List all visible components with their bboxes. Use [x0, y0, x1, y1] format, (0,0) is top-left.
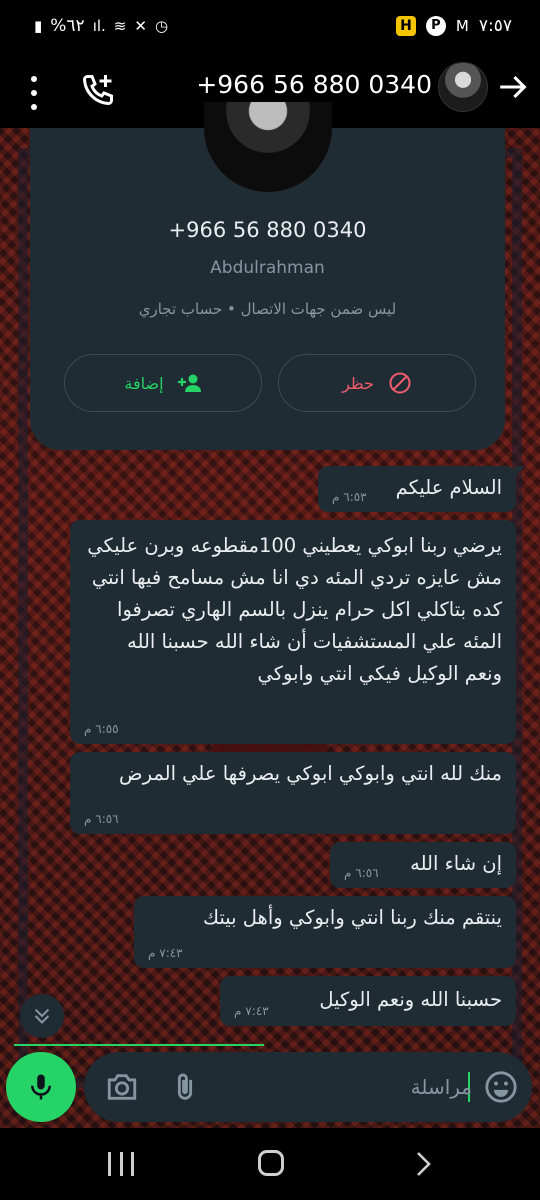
more-options-icon[interactable]	[22, 76, 46, 110]
message-time: ٦:٥٦ م	[84, 812, 119, 826]
message-input[interactable]	[322, 1066, 472, 1108]
alarm-icon: ◷	[154, 17, 169, 35]
contact-status-info: ليس ضمن جهات الاتصال • حساب تجاري	[138, 300, 397, 318]
signal-icon: ıl.	[92, 17, 106, 35]
recent-apps-icon[interactable]	[108, 1152, 134, 1178]
mail-icon: M	[455, 17, 469, 35]
add-contact-label: إضافة	[124, 373, 164, 393]
contact-info-card: +966 56 880 0340 Abdulrahman ليس ضمن جها…	[30, 102, 505, 450]
message-text: منك لله انتي وابوكي ابوكي يصرفها علي الم…	[119, 762, 502, 785]
message-bubble[interactable]: إن شاء الله ٦:٥٦ م	[330, 842, 516, 888]
block-label: حظر	[342, 373, 374, 393]
header-phone-number[interactable]: +966 56 880 0340	[196, 70, 432, 99]
message-bubble[interactable]: يرضي ربنا ابوكي يعطيني 100مقطوعه وبرن عل…	[70, 520, 516, 744]
battery-icon: ▮	[34, 17, 43, 35]
pinterest-icon: P	[425, 16, 446, 36]
microphone-icon	[31, 1074, 51, 1100]
message-time: ٦:٥٥ م	[84, 722, 119, 736]
recording-progress-line	[14, 1044, 264, 1046]
nav-back-icon[interactable]	[412, 1150, 436, 1178]
message-time: ٧:٤٣ م	[148, 946, 183, 960]
message-time: ٦:٥٦ م	[344, 866, 379, 880]
double-chevron-down-icon	[34, 1008, 50, 1024]
emoji-icon[interactable]	[484, 1070, 518, 1104]
contact-avatar[interactable]	[204, 102, 332, 192]
attach-icon[interactable]	[168, 1070, 202, 1104]
scroll-to-bottom-button[interactable]	[20, 994, 64, 1038]
clock: ٧:٥٧	[478, 16, 512, 36]
message-text: إن شاء الله	[410, 852, 502, 875]
contact-phone-number: +966 56 880 0340	[168, 218, 367, 242]
wifi-icon: ≋	[113, 17, 127, 35]
message-time: ٧:٤٣ م	[234, 1004, 269, 1018]
camera-icon[interactable]	[104, 1070, 140, 1104]
add-contact-button[interactable]: إضافة	[64, 354, 262, 412]
message-time: ٦:٥٣ م	[332, 490, 367, 504]
message-text: ينتقم منك ربنا انتي وابوكي وأهل بيتك	[202, 906, 502, 929]
block-button[interactable]: حظر	[278, 354, 476, 412]
status-bar: ▮ %٦٢ ıl. ≋ ✕ ◷ H P M ٧:٥٧	[0, 0, 540, 56]
message-bubble[interactable]: ينتقم منك ربنا انتي وابوكي وأهل بيتك ٧:٤…	[134, 896, 516, 968]
mute-icon: ✕	[134, 17, 147, 35]
system-navigation-bar	[0, 1128, 540, 1200]
voice-message-button[interactable]	[6, 1052, 76, 1122]
message-text: حسبنا الله ونعم الوكيل	[319, 988, 502, 1011]
message-bubble[interactable]: السلام عليكم ٦:٥٣ م	[318, 466, 525, 512]
message-bubble[interactable]: منك لله انتي وابوكي ابوكي يصرفها علي الم…	[70, 752, 516, 834]
message-text: يرضي ربنا ابوكي يعطيني 100مقطوعه وبرن عل…	[87, 534, 502, 685]
add-person-icon	[177, 374, 201, 392]
message-text: السلام عليكم	[395, 476, 502, 499]
home-icon[interactable]	[258, 1150, 284, 1176]
block-icon	[389, 372, 411, 394]
contact-name: Abdulrahman	[210, 258, 325, 278]
message-bubble[interactable]: حسبنا الله ونعم الوكيل ٧:٤٣ م	[220, 976, 516, 1026]
add-call-icon[interactable]	[80, 72, 116, 108]
message-composer	[84, 1052, 532, 1122]
avatar[interactable]	[438, 62, 488, 112]
back-arrow-icon[interactable]	[496, 70, 530, 104]
battery-level: %٦٢	[50, 16, 85, 36]
notification-h-icon: H	[395, 16, 416, 36]
